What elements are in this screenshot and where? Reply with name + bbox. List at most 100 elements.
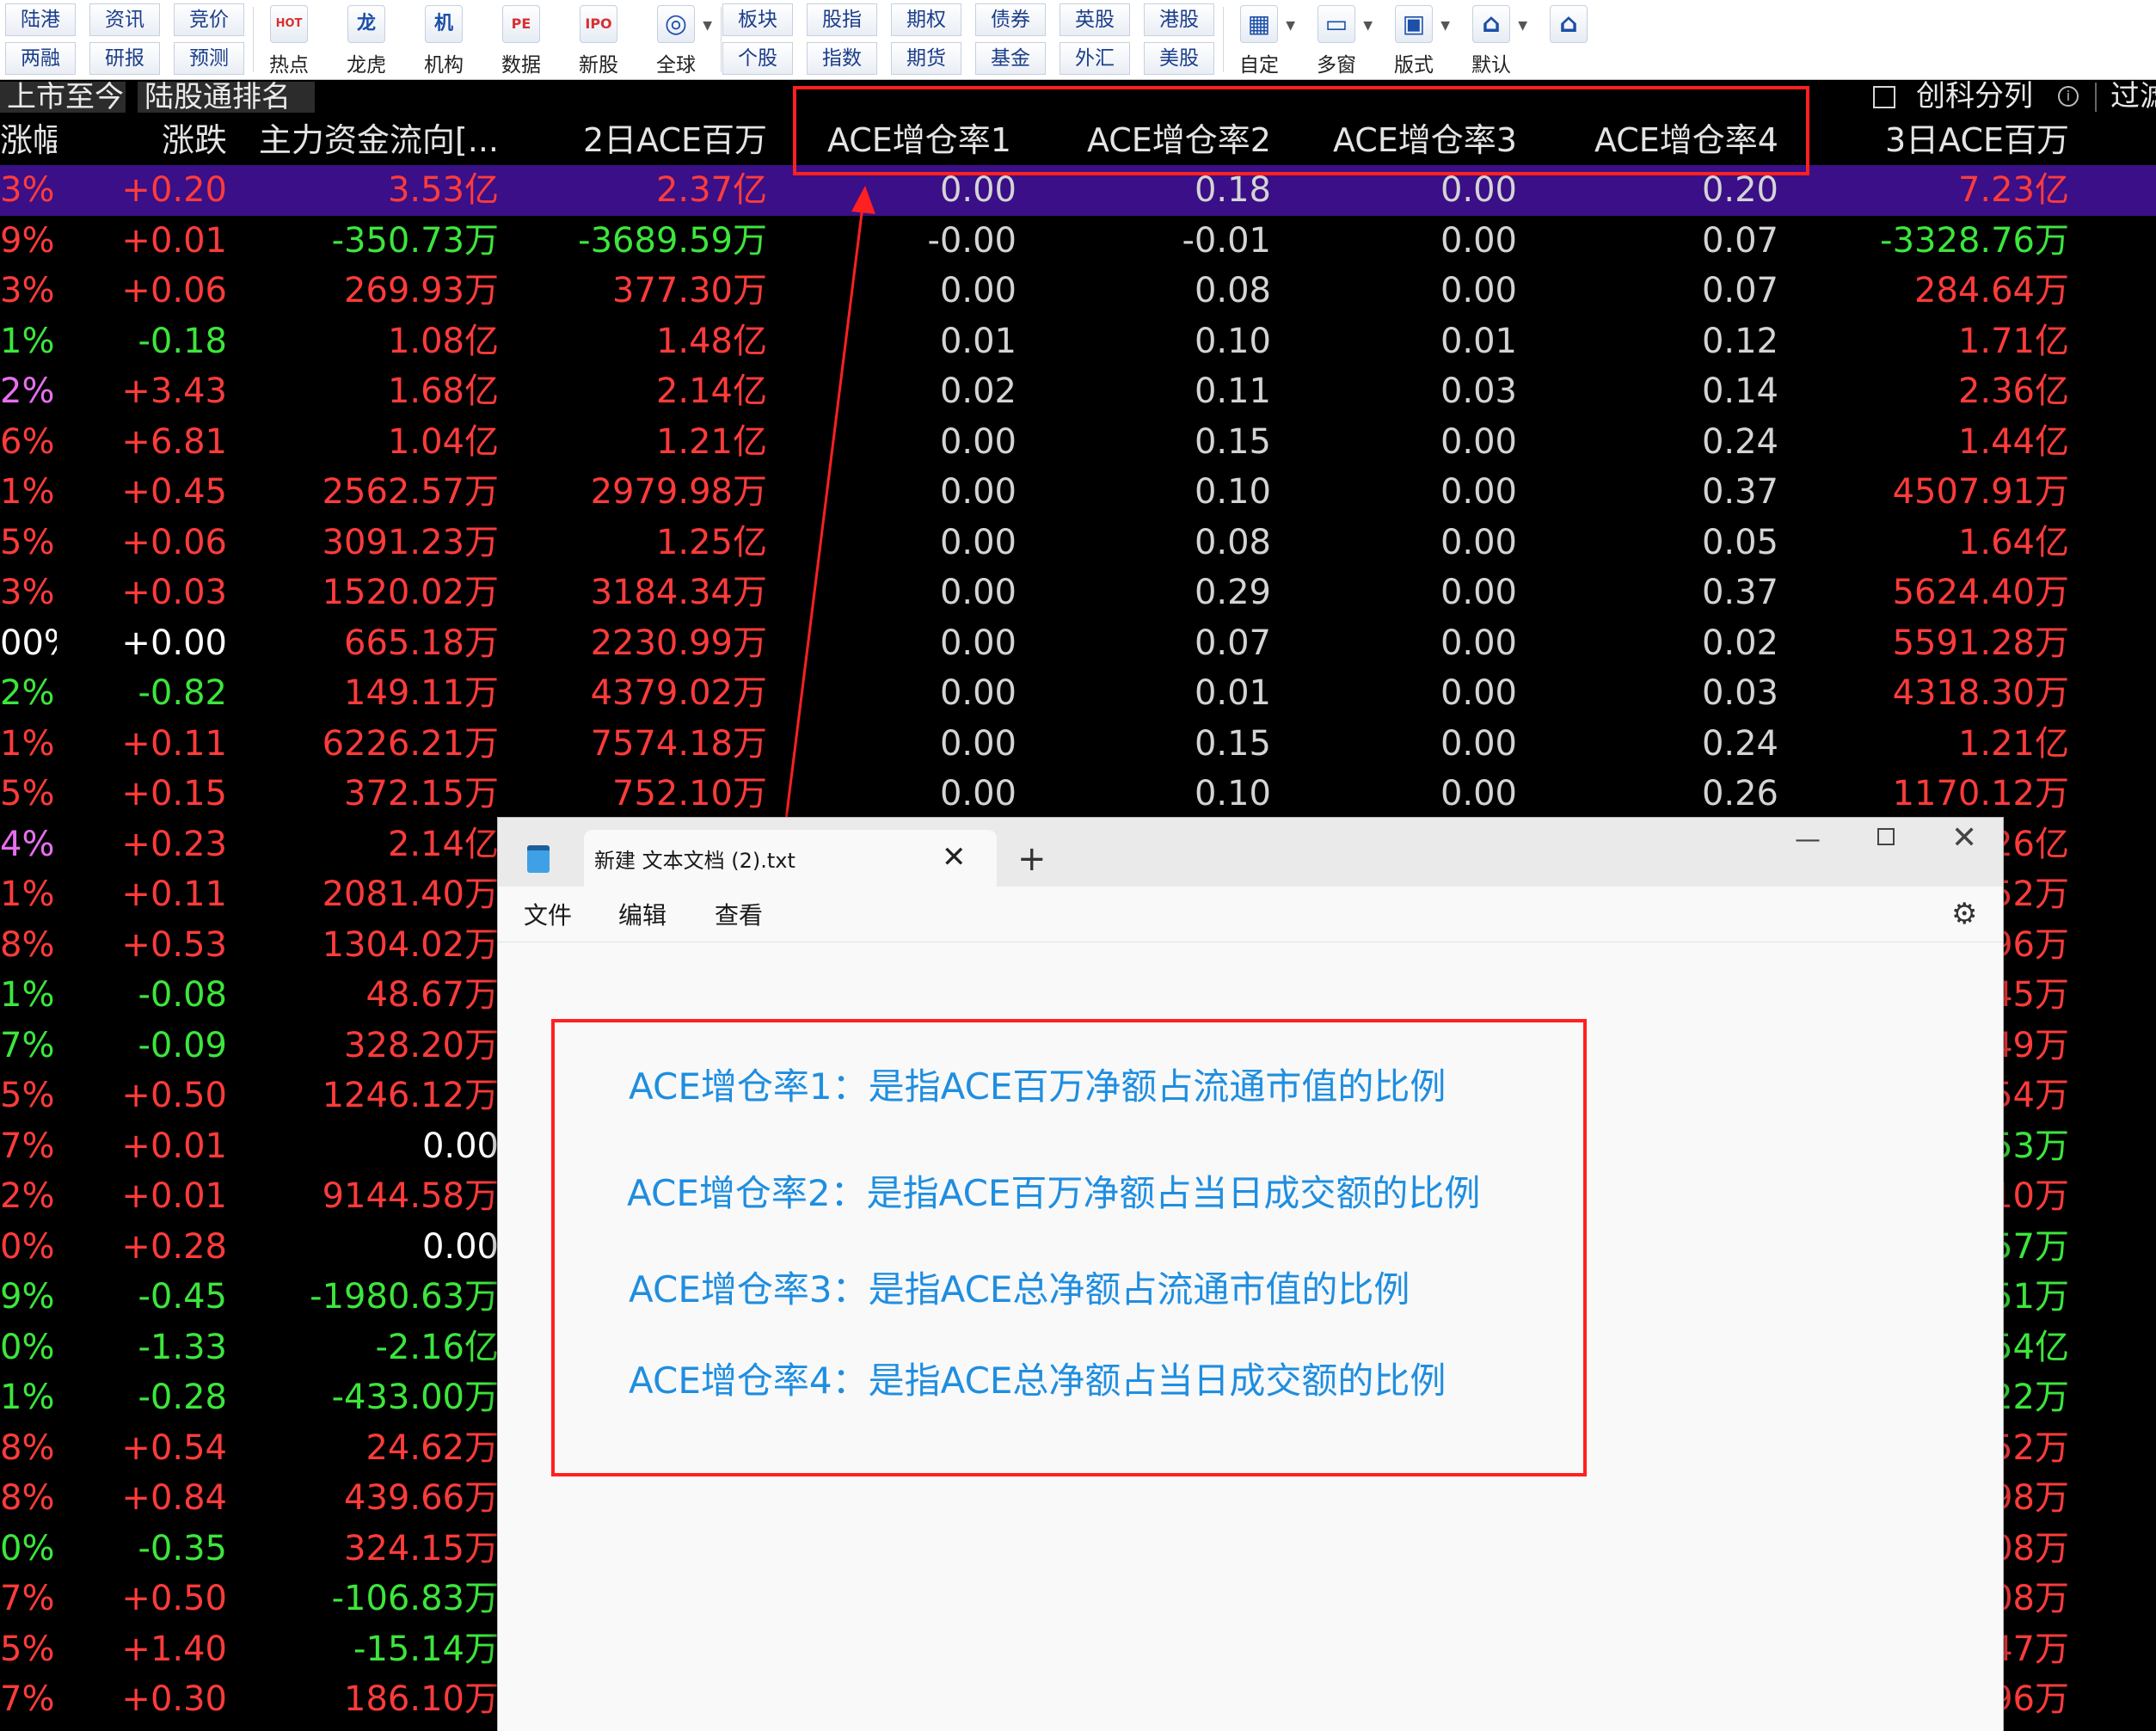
- cell-ace-rate-1: 0.00: [939, 723, 1017, 764]
- btn-research[interactable]: 研报: [89, 42, 160, 75]
- table-row[interactable]: 1% -0.18 1.08亿 1.48亿 0.01 0.10 0.01 0.12 1.71亿: [0, 316, 2156, 367]
- close-window-icon[interactable]: ✕: [1951, 818, 1977, 859]
- btn-options[interactable]: 期权: [891, 3, 961, 36]
- col-header-main-flow[interactable]: 主力资金流向[...: [241, 117, 499, 163]
- cell-main-flow: 6226.21万: [322, 723, 499, 764]
- menu-file[interactable]: 文件: [524, 899, 572, 933]
- tab-hk-connect-rank[interactable]: 陆股通排名: [138, 82, 315, 113]
- table-row[interactable]: 9% +0.01 -350.73万 -3689.59万 -0.00 -0.01 0.00 0.…: [0, 216, 2156, 267]
- cell-change-pct: 1%: [0, 723, 55, 764]
- btn-stock[interactable]: 个股: [722, 42, 793, 75]
- btn-bonds[interactable]: 债券: [975, 3, 1046, 36]
- cell-change: -0.45: [138, 1277, 228, 1317]
- table-row[interactable]: 2% -0.82 149.11万 4379.02万 0.00 0.01 0.00 0.03 43…: [0, 668, 2156, 719]
- new-tab-icon[interactable]: +: [1017, 838, 1047, 880]
- cell-ace-rate-3: 0.00: [1440, 774, 1517, 813]
- table-row[interactable]: 5% +0.15 372.15万 752.10万 0.00 0.10 0.00 0.26 117…: [0, 769, 2156, 819]
- cell-ace-2day: 1.48亿: [655, 321, 767, 361]
- info-icon[interactable]: i: [2058, 86, 2079, 107]
- table-row[interactable]: 00% +0.00 665.18万 2230.99万 0.00 0.07 0.00 0.02 5…: [0, 618, 2156, 669]
- cell-change: +1.40: [121, 1629, 227, 1669]
- table-row[interactable]: 3% +0.06 269.93万 377.30万 0.00 0.08 0.00 0.07 284…: [0, 266, 2156, 316]
- cell-ace-rate-2: 0.29: [1194, 573, 1271, 612]
- cell-ace-rate-1: 0.00: [939, 271, 1017, 310]
- cell-change-pct: 2%: [0, 1176, 55, 1216]
- dropdown-arrow-icon[interactable]: ▼: [1286, 19, 1295, 33]
- cell-main-flow: -1980.63万: [310, 1277, 499, 1317]
- col-header-ace-3day[interactable]: 3日ACE百万: [1849, 117, 2069, 163]
- btn-news[interactable]: 资讯: [89, 3, 160, 36]
- table-row[interactable]: 5% +0.06 3091.23万 1.25亿 0.00 0.08 0.00 0.05 1.64…: [0, 518, 2156, 568]
- table-row[interactable]: 1% +0.45 2562.57万 2979.98万 0.00 0.10 0.00 0.37 4…: [0, 467, 2156, 518]
- table-row[interactable]: 6% +6.81 1.04亿 1.21亿 0.00 0.15 0.00 0.24 1.44亿: [0, 417, 2156, 468]
- toolbar-pair-2: 资讯 研报: [89, 3, 160, 76]
- table-row[interactable]: 2% +3.43 1.68亿 2.14亿 0.02 0.11 0.03 0.14 2.36亿: [0, 366, 2156, 417]
- btn-global[interactable]: ◎ 全球 ▼: [643, 3, 712, 77]
- cell-main-flow: 48.67万: [365, 975, 499, 1015]
- menu-edit[interactable]: 编辑: [618, 899, 666, 933]
- cell-ace-3day: 1.71亿: [1957, 321, 2069, 361]
- cell-ace-rate-1: -0.00: [927, 220, 1017, 261]
- table-row[interactable]: 1% +0.11 6226.21万 7574.18万 0.00 0.15 0.00 0.24 1…: [0, 719, 2156, 770]
- btn-custom[interactable]: ▦ 自定 ▼: [1226, 3, 1295, 77]
- btn-forecast[interactable]: 预测: [174, 42, 244, 75]
- cell-main-flow: 3.53亿: [387, 170, 499, 210]
- cell-ace-rate-2: 0.15: [1194, 723, 1271, 764]
- note-line-1[interactable]: ACE增仓率1：是指ACE百万净额占流通市值的比例: [629, 1065, 1446, 1108]
- cell-change-pct: 1%: [0, 1378, 55, 1417]
- btn-futures[interactable]: 期货: [891, 42, 961, 75]
- cell-change: +0.84: [121, 1478, 227, 1518]
- btn-hot[interactable]: HOT 热点: [256, 3, 322, 77]
- btn-layout[interactable]: ▣ 版式 ▼: [1381, 3, 1450, 77]
- col-header-ace-2day[interactable]: 2日ACE百万: [542, 117, 767, 163]
- tab-since-listing[interactable]: 上市至今: [0, 82, 126, 113]
- col-header-change[interactable]: 涨跌: [129, 117, 227, 163]
- btn-index[interactable]: 指数: [807, 42, 877, 75]
- btn-us-stocks[interactable]: 美股: [1144, 42, 1214, 75]
- cell-ace-rate-4: 0.05: [1701, 522, 1778, 562]
- btn-ipo[interactable]: IPO 新股: [566, 3, 631, 77]
- dropdown-arrow-icon[interactable]: ▼: [703, 19, 712, 33]
- note-line-4[interactable]: ACE增仓率4：是指ACE总净额占当日成交额的比例: [629, 1360, 1446, 1403]
- col-header-change-pct[interactable]: 涨幅: [0, 117, 57, 163]
- dropdown-arrow-icon[interactable]: ▼: [1363, 19, 1373, 33]
- cell-ace-2day: 2.14亿: [655, 371, 767, 411]
- dropdown-arrow-icon[interactable]: ▼: [1518, 19, 1527, 33]
- cell-main-flow: -2.16亿: [375, 1327, 500, 1367]
- btn-longhu[interactable]: 龙 龙虎: [334, 3, 399, 77]
- dropdown-arrow-icon[interactable]: ▼: [1440, 19, 1450, 33]
- gear-icon[interactable]: ⚙: [1951, 897, 1977, 931]
- cell-main-flow: 328.20万: [344, 1025, 499, 1065]
- btn-institution[interactable]: 机 机构: [411, 3, 476, 77]
- split-column-checkbox[interactable]: [1873, 86, 1895, 108]
- menu-view[interactable]: 查看: [715, 899, 763, 933]
- btn-default[interactable]: ⌂ 默认 ▼: [1459, 3, 1527, 77]
- close-tab-icon[interactable]: ✕: [942, 840, 967, 875]
- btn-stock-index[interactable]: 股指: [807, 3, 877, 36]
- table-row[interactable]: 3% +0.03 1520.02万 3184.34万 0.00 0.29 0.00 0.37 5…: [0, 568, 2156, 618]
- monitor-icon: ▭: [1318, 5, 1355, 43]
- cell-change-pct: 7%: [0, 1025, 55, 1065]
- btn-home[interactable]: ⌂: [1536, 3, 1601, 76]
- cell-change-pct: 1%: [0, 875, 55, 914]
- filter-button[interactable]: 过滤: [2110, 79, 2156, 114]
- btn-hk-stocks[interactable]: 港股: [1144, 3, 1214, 36]
- btn-forex[interactable]: 外汇: [1060, 42, 1130, 75]
- btn-lugang[interactable]: 陆港: [5, 3, 76, 36]
- btn-funds[interactable]: 基金: [975, 42, 1046, 75]
- note-line-3[interactable]: ACE增仓率3：是指ACE总净额占流通市值的比例: [629, 1268, 1410, 1311]
- cell-ace-rate-3: 0.00: [1440, 673, 1517, 713]
- btn-uk-stocks[interactable]: 英股: [1060, 3, 1130, 36]
- cell-change: +6.81: [121, 421, 227, 462]
- cell-ace-rate-3: 0.01: [1440, 321, 1517, 361]
- btn-auction[interactable]: 竞价: [174, 3, 244, 36]
- btn-multi-window[interactable]: ▭ 多窗 ▼: [1304, 3, 1373, 77]
- btn-liangrong[interactable]: 两融: [5, 42, 76, 75]
- btn-sector[interactable]: 板块: [722, 3, 793, 36]
- note-line-2[interactable]: ACE增仓率2：是指ACE百万净额占当日成交额的比例: [627, 1172, 1480, 1215]
- cell-change: -0.35: [138, 1528, 228, 1568]
- maximize-icon[interactable]: [1877, 828, 1895, 845]
- cell-change-pct: 1%: [0, 321, 55, 361]
- btn-data[interactable]: PE 数据: [488, 3, 554, 77]
- minimize-icon[interactable]: —: [1795, 823, 1821, 857]
